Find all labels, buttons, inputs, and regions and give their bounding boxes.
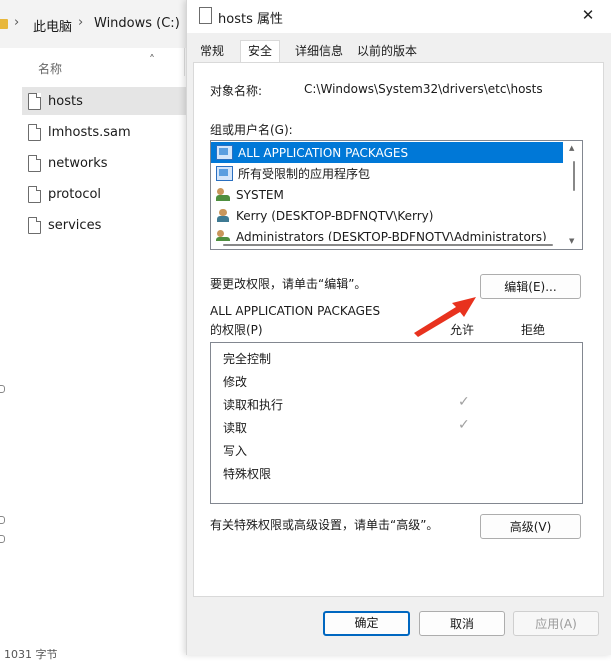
group-item-restricted-packages[interactable]: 所有受限制的应用程序包: [211, 163, 563, 184]
file-icon: [28, 185, 41, 203]
nav-pane-marker: [0, 385, 5, 393]
chevron-right-icon: ›: [14, 15, 20, 30]
vertical-scrollbar[interactable]: ▲ ▼: [566, 141, 582, 249]
permission-name: 读取和执行: [223, 398, 284, 412]
users-icon: [216, 188, 231, 201]
dialog-title-bar[interactable]: hosts 属性 ✕: [187, 0, 611, 33]
permission-header-line1: ALL APPLICATION PACKAGES: [210, 304, 381, 318]
group-item-all-app-packages[interactable]: ALL APPLICATION PACKAGES: [211, 142, 563, 163]
folder-icon: [0, 19, 8, 29]
group-name: 所有受限制的应用程序包: [238, 167, 371, 181]
group-item-kerry[interactable]: Kerry (DESKTOP-BDFNQTV\Kerry): [211, 205, 563, 226]
permission-row-full-control: 完全控制: [211, 346, 582, 369]
file-name: networks: [48, 155, 108, 171]
tab-general[interactable]: 常规: [193, 41, 231, 62]
group-item-system[interactable]: SYSTEM: [211, 184, 563, 205]
permission-row-modify: 修改: [211, 369, 582, 392]
file-list: 名称 ˄ hosts lmhosts.sam networks protocol…: [0, 48, 190, 655]
file-name: lmhosts.sam: [48, 124, 131, 140]
allow-check-icon: ✓: [458, 417, 470, 433]
scroll-thumb[interactable]: [223, 244, 553, 246]
permission-name: 读取: [223, 421, 248, 435]
chevron-right-icon: ›: [78, 15, 84, 30]
annotation-arrow-icon: [414, 297, 476, 337]
dialog-title: hosts 属性: [218, 12, 283, 27]
tab-details[interactable]: 详细信息: [288, 41, 350, 62]
file-row-protocol[interactable]: protocol: [22, 180, 190, 208]
object-name-label: 对象名称:: [210, 84, 263, 98]
group-name: ALL APPLICATION PACKAGES: [238, 145, 409, 160]
permission-header-line2: 的权限(P): [210, 323, 263, 337]
scroll-down-arrow-icon[interactable]: ▼: [569, 237, 574, 245]
file-row-hosts[interactable]: hosts: [22, 87, 190, 115]
permission-row-read: 读取 ✓: [211, 415, 582, 438]
permission-list: 完全控制 修改 读取和执行 ✓ 读取 ✓ 写入 特殊权限: [210, 342, 583, 504]
scroll-thumb[interactable]: [573, 161, 575, 191]
group-list-label: 组或用户名(G):: [210, 123, 293, 137]
column-header-name[interactable]: 名称: [38, 60, 62, 77]
advanced-button[interactable]: 高级(V): [480, 514, 581, 539]
file-name: hosts: [48, 93, 83, 109]
package-icon: [216, 145, 233, 160]
breadcrumb-drive-c[interactable]: Windows (C:): [94, 16, 180, 31]
permission-name: 修改: [223, 375, 248, 389]
permission-name: 完全控制: [223, 352, 272, 366]
group-name: SYSTEM: [236, 187, 284, 202]
group-user-list[interactable]: ALL APPLICATION PACKAGES 所有受限制的应用程序包 SYS…: [210, 140, 583, 250]
status-bar-text: 1031 字节: [4, 648, 58, 661]
scroll-up-arrow-icon[interactable]: ▲: [569, 144, 574, 152]
permission-row-read-execute: 读取和执行 ✓: [211, 392, 582, 415]
file-icon: [199, 7, 212, 24]
tab-previous-versions[interactable]: 以前的版本: [350, 41, 424, 62]
nav-pane-marker: [0, 516, 5, 524]
column-divider[interactable]: [184, 48, 185, 76]
deny-column-header: 拒绝: [521, 323, 546, 337]
file-row-lmhosts[interactable]: lmhosts.sam: [22, 118, 190, 146]
properties-dialog: hosts 属性 ✕ 常规 安全 详细信息 以前的版本 对象名称: C:\Win…: [186, 0, 611, 655]
apply-button[interactable]: 应用(A): [513, 611, 599, 636]
group-name: Kerry (DESKTOP-BDFNQTV\Kerry): [236, 208, 434, 223]
file-icon: [28, 216, 41, 234]
permission-name: 写入: [223, 444, 248, 458]
cancel-button[interactable]: 取消: [419, 611, 505, 636]
file-icon: [28, 123, 41, 141]
object-name-value: C:\Windows\System32\drivers\etc\hosts: [304, 82, 543, 96]
permission-row-special: 特殊权限: [211, 461, 582, 484]
file-row-services[interactable]: services: [22, 211, 190, 239]
file-icon: [28, 154, 41, 172]
sort-chevron-up-icon: ˄: [149, 53, 155, 67]
user-icon: [216, 209, 231, 222]
ok-button[interactable]: 确定: [323, 611, 410, 636]
close-button[interactable]: ✕: [573, 2, 603, 28]
file-name: protocol: [48, 186, 102, 202]
permission-row-write: 写入: [211, 438, 582, 461]
tab-security[interactable]: 安全: [240, 40, 281, 63]
allow-check-icon: ✓: [458, 394, 470, 410]
advanced-hint: 有关特殊权限或高级设置，请单击“高级”。: [210, 518, 439, 532]
edit-button[interactable]: 编辑(E)...: [480, 274, 581, 299]
file-row-networks[interactable]: networks: [22, 149, 190, 177]
breadcrumb-this-pc[interactable]: 此电脑: [33, 16, 72, 35]
permission-name: 特殊权限: [223, 467, 272, 481]
file-icon: [28, 92, 41, 110]
change-permission-hint: 要更改权限，请单击“编辑”。: [210, 277, 367, 291]
security-panel: 对象名称: C:\Windows\System32\drivers\etc\ho…: [193, 62, 604, 597]
package-icon: [216, 166, 233, 181]
file-name: services: [48, 217, 102, 233]
horizontal-scrollbar[interactable]: [211, 241, 563, 249]
nav-pane-marker: [0, 535, 5, 543]
